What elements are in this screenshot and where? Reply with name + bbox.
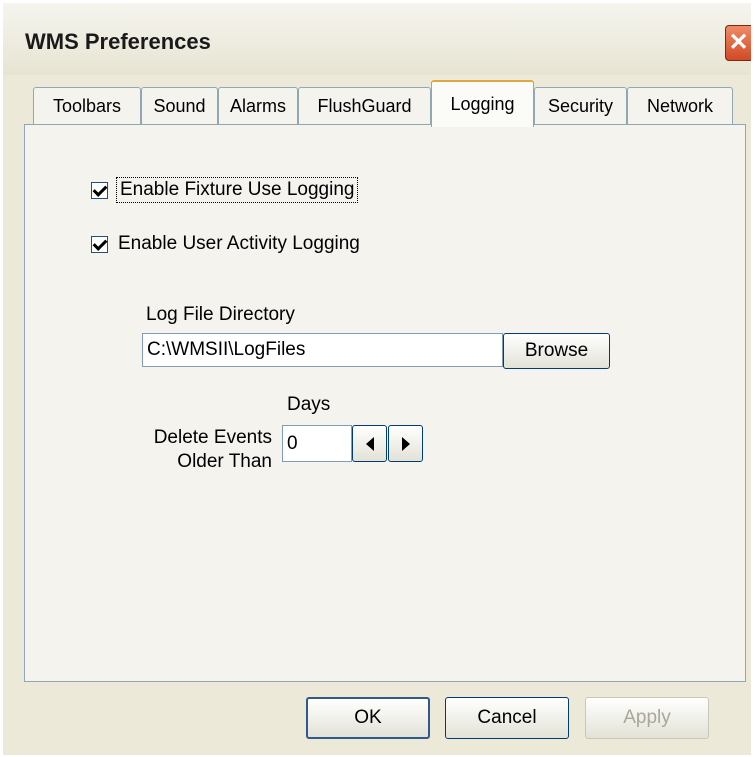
tab-alarms[interactable]: Alarms — [218, 87, 298, 125]
arrow-right-icon — [401, 436, 410, 451]
cancel-button[interactable]: Cancel — [445, 697, 569, 739]
increment-button[interactable] — [388, 425, 423, 462]
tab-sound[interactable]: Sound — [141, 87, 218, 125]
close-icon[interactable]: ✕ — [725, 25, 751, 61]
arrow-left-icon — [365, 436, 374, 451]
apply-button[interactable]: Apply — [585, 697, 709, 739]
older-than-label: Older Than — [177, 451, 272, 472]
log-dir-label: Log File Directory — [146, 304, 295, 325]
user-activity-label[interactable]: Enable User Activity Logging — [118, 233, 360, 255]
decrement-button[interactable] — [352, 425, 387, 462]
log-dir-input[interactable] — [142, 333, 503, 367]
window-title: WMS Preferences — [25, 29, 211, 54]
tab-logging[interactable]: Logging — [431, 80, 534, 127]
logging-panel: Enable Fixture Use Logging Enable User A… — [24, 124, 746, 682]
fixture-use-checkbox[interactable] — [91, 181, 108, 199]
days-input[interactable] — [282, 425, 352, 462]
preferences-dialog: WMS Preferences ✕ Toolbars Sound Alarms … — [3, 3, 751, 755]
user-activity-row: Enable User Activity Logging — [91, 233, 360, 255]
fixture-use-row: Enable Fixture Use Logging — [91, 177, 359, 203]
tab-network[interactable]: Network — [627, 87, 733, 125]
fixture-use-label[interactable]: Enable Fixture Use Logging — [115, 177, 359, 203]
browse-button[interactable]: Browse — [503, 333, 610, 369]
delete-events-label: Delete Events — [153, 427, 272, 448]
tab-toolbars[interactable]: Toolbars — [33, 87, 141, 125]
title-bar[interactable]: WMS Preferences ✕ — [3, 3, 751, 75]
user-activity-checkbox[interactable] — [91, 235, 108, 253]
tab-security[interactable]: Security — [534, 87, 627, 125]
ok-button[interactable]: OK — [306, 697, 430, 739]
days-label: Days — [287, 394, 331, 415]
tab-flushguard[interactable]: FlushGuard — [298, 87, 431, 125]
